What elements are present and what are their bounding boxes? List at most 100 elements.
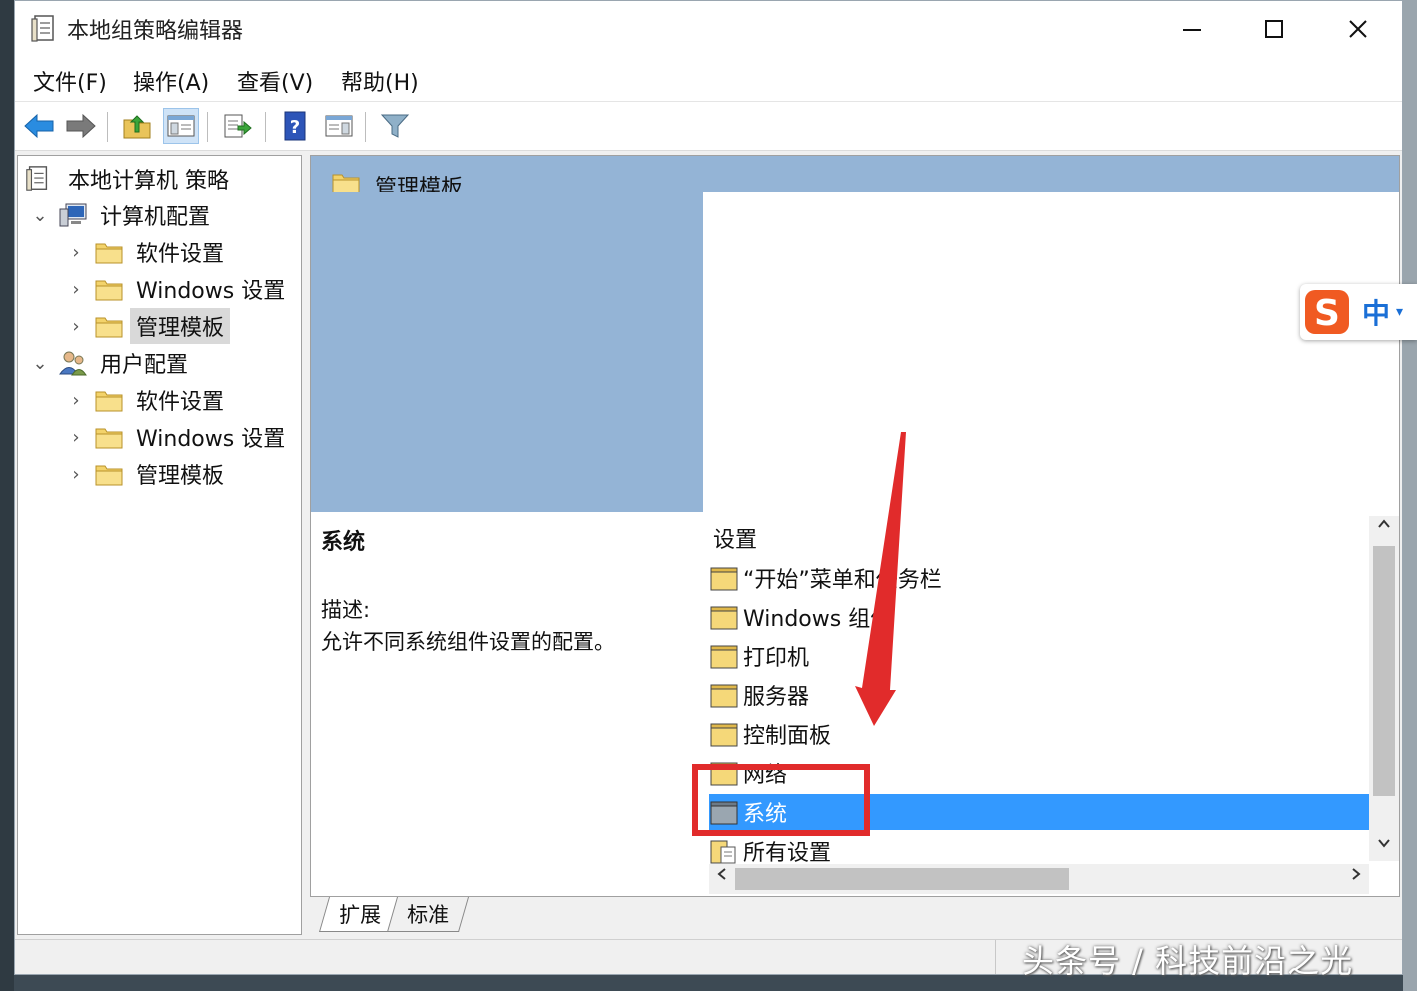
tree-item-user-admin-templates[interactable]: › 管理模板 <box>66 457 230 491</box>
horizontal-scroll-thumb[interactable] <box>735 868 1069 890</box>
chevron-right-icon[interactable]: › <box>66 464 86 485</box>
title-bar[interactable]: 本地组策略编辑器 <box>15 1 1402 57</box>
list-item-label: 服务器 <box>743 685 810 710</box>
folder-icon <box>95 280 123 301</box>
list-item-control-panel[interactable]: 控制面板 <box>709 716 1369 752</box>
filter-icon <box>380 114 410 138</box>
horizontal-scrollbar[interactable] <box>709 864 1369 894</box>
svg-text:S: S <box>1314 293 1340 334</box>
watermark-text: 头条号 / 科技前沿之光 <box>1022 942 1354 980</box>
scroll-right-button[interactable] <box>1343 866 1369 892</box>
tree-label: 计算机配置 <box>100 205 211 230</box>
chevron-right-icon[interactable]: › <box>66 316 86 337</box>
computer-icon <box>59 203 87 227</box>
description-title: 系统 <box>321 530 366 555</box>
export-list-button[interactable] <box>219 108 255 144</box>
minimize-button[interactable] <box>1152 1 1232 57</box>
chevron-left-icon <box>717 868 726 880</box>
description-panel-background <box>311 192 703 512</box>
tab-standard[interactable]: 标准 <box>386 897 470 932</box>
tree-label: 用户配置 <box>100 353 189 378</box>
tree-item-root[interactable]: 本地计算机 策略 <box>24 162 235 196</box>
ime-caret-icon: ▾ <box>1396 304 1404 320</box>
description-area <box>311 512 703 892</box>
folder-icon <box>710 723 738 747</box>
settings-column-header[interactable]: 设置 <box>713 522 757 554</box>
chevron-down-icon <box>1378 839 1390 848</box>
chevron-right-icon[interactable]: › <box>66 390 86 411</box>
folder-icon <box>95 465 123 486</box>
desktop-background-right <box>1403 0 1417 991</box>
list-item-server[interactable]: 服务器 <box>709 677 1369 713</box>
scroll-left-button[interactable] <box>709 866 735 892</box>
svg-text:?: ? <box>290 117 300 138</box>
list-item-label: 控制面板 <box>743 724 832 749</box>
up-level-button[interactable] <box>119 108 155 144</box>
toolbar-separator <box>365 112 366 142</box>
folder-open-icon <box>95 317 123 338</box>
ime-indicator[interactable]: S 中 ▾ <box>1300 284 1417 340</box>
folder-icon <box>710 684 738 708</box>
chevron-right-icon[interactable]: › <box>66 242 86 263</box>
help-button[interactable]: ? <box>277 108 313 144</box>
annotation-highlight-box <box>692 764 870 836</box>
tree-item-computer-config[interactable]: ⌄ 计算机配置 <box>30 198 216 232</box>
folder-up-icon <box>123 115 151 139</box>
tab-label: 扩展 <box>339 903 382 927</box>
folder-icon <box>710 606 738 630</box>
tree-label: Windows 设置 <box>136 279 286 304</box>
arrow-right-icon <box>66 113 96 139</box>
menu-view[interactable]: 查看(V) <box>237 65 313 97</box>
chevron-right-icon <box>1352 868 1361 880</box>
tree-item-user-config[interactable]: ⌄ 用户配置 <box>30 346 194 380</box>
policy-document-icon <box>31 15 54 42</box>
tree-item-computer-windows-settings[interactable]: › Windows 设置 <box>66 272 291 306</box>
maximize-button[interactable] <box>1234 1 1314 57</box>
sogou-s-icon: S <box>1305 290 1349 334</box>
tree-item-user-windows-settings[interactable]: › Windows 设置 <box>66 420 291 454</box>
close-button[interactable] <box>1318 1 1398 57</box>
tree-item-user-software-settings[interactable]: › 软件设置 <box>66 383 230 417</box>
tree-label: 管理模板 <box>136 464 225 489</box>
status-separator <box>995 940 996 974</box>
menu-help[interactable]: 帮助(H) <box>341 65 419 97</box>
chevron-right-icon[interactable]: › <box>66 279 86 300</box>
vertical-scroll-thumb[interactable] <box>1373 546 1395 796</box>
tree-label: 软件设置 <box>136 390 225 415</box>
chevron-down-icon[interactable]: ⌄ <box>30 205 50 226</box>
ime-mode-label: 中 <box>1362 297 1391 330</box>
folder-icon <box>95 428 123 449</box>
details-header: 管理模板 <box>311 156 1399 201</box>
forward-button[interactable] <box>63 108 99 144</box>
tree-label: 管理模板 <box>130 308 231 344</box>
list-item-start-menu-taskbar[interactable]: “开始”菜单和任务栏 <box>709 560 1369 596</box>
folder-icon <box>95 391 123 412</box>
tree-label: 本地计算机 策略 <box>68 169 229 194</box>
console-tree: 本地计算机 策略 ⌄ 计算机配置 › 软件设置 › Windows 设置 › 管… <box>17 155 302 935</box>
menu-action[interactable]: 操作(A) <box>133 65 209 97</box>
chevron-down-icon[interactable]: ⌄ <box>30 353 50 374</box>
toolbar-separator <box>265 112 266 142</box>
scroll-down-button[interactable] <box>1369 835 1399 861</box>
chevron-up-icon <box>1378 519 1390 528</box>
tab-label: 标准 <box>407 903 450 927</box>
show-hide-tree-button[interactable] <box>163 108 199 144</box>
list-item-label: 打印机 <box>743 646 810 671</box>
tree-item-computer-admin-templates[interactable]: › 管理模板 <box>66 308 231 344</box>
back-button[interactable] <box>21 108 57 144</box>
users-icon <box>59 351 87 376</box>
help-icon: ? <box>284 111 306 141</box>
tree-label: Windows 设置 <box>136 427 286 452</box>
scroll-up-button[interactable] <box>1369 516 1399 542</box>
filter-button[interactable] <box>377 108 413 144</box>
chevron-right-icon[interactable]: › <box>66 427 86 448</box>
properties-button[interactable] <box>321 108 357 144</box>
close-icon <box>1349 20 1367 38</box>
list-item-windows-components[interactable]: Windows 组件 <box>709 599 1369 635</box>
menu-file[interactable]: 文件(F) <box>33 65 107 97</box>
tree-item-computer-software-settings[interactable]: › 软件设置 <box>66 235 230 269</box>
vertical-scrollbar[interactable] <box>1369 516 1399 861</box>
toolbar: ? <box>15 101 1402 151</box>
list-item-label: “开始”菜单和任务栏 <box>743 568 942 593</box>
list-item-printers[interactable]: 打印机 <box>709 638 1369 674</box>
